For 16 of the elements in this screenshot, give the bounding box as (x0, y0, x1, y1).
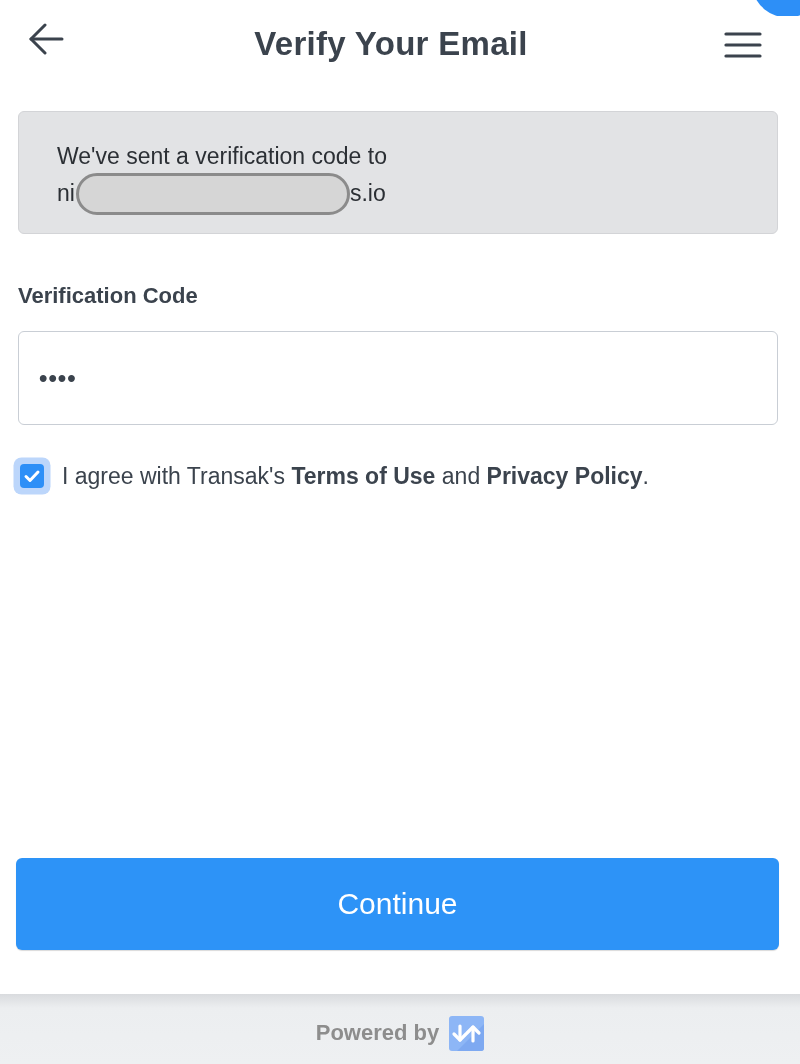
menu-button[interactable] (724, 31, 762, 59)
agreement-text: I agree with Transak's Terms of Use and Privacy Policy. (62, 462, 649, 491)
arrows-logo-icon (449, 1015, 485, 1051)
menu-icon (724, 31, 762, 59)
code-input-field[interactable]: •••• (18, 331, 778, 425)
notice-message: We've sent a verification code to (57, 142, 388, 171)
email-text: s.io (349, 179, 386, 208)
floating-action-button[interactable] (756, 0, 800, 16)
policy-link[interactable]: Privacy Policy (486, 463, 643, 489)
field-label: Verification Code (18, 282, 198, 310)
email-text: ni (57, 179, 75, 208)
back-button[interactable] (29, 23, 65, 55)
agree-checkbox[interactable] (12, 456, 52, 496)
powered-by-text: Powered by (315, 1020, 440, 1046)
page-title: Verify Your Email (254, 25, 528, 63)
policy-link[interactable]: Terms of Use (291, 463, 436, 489)
